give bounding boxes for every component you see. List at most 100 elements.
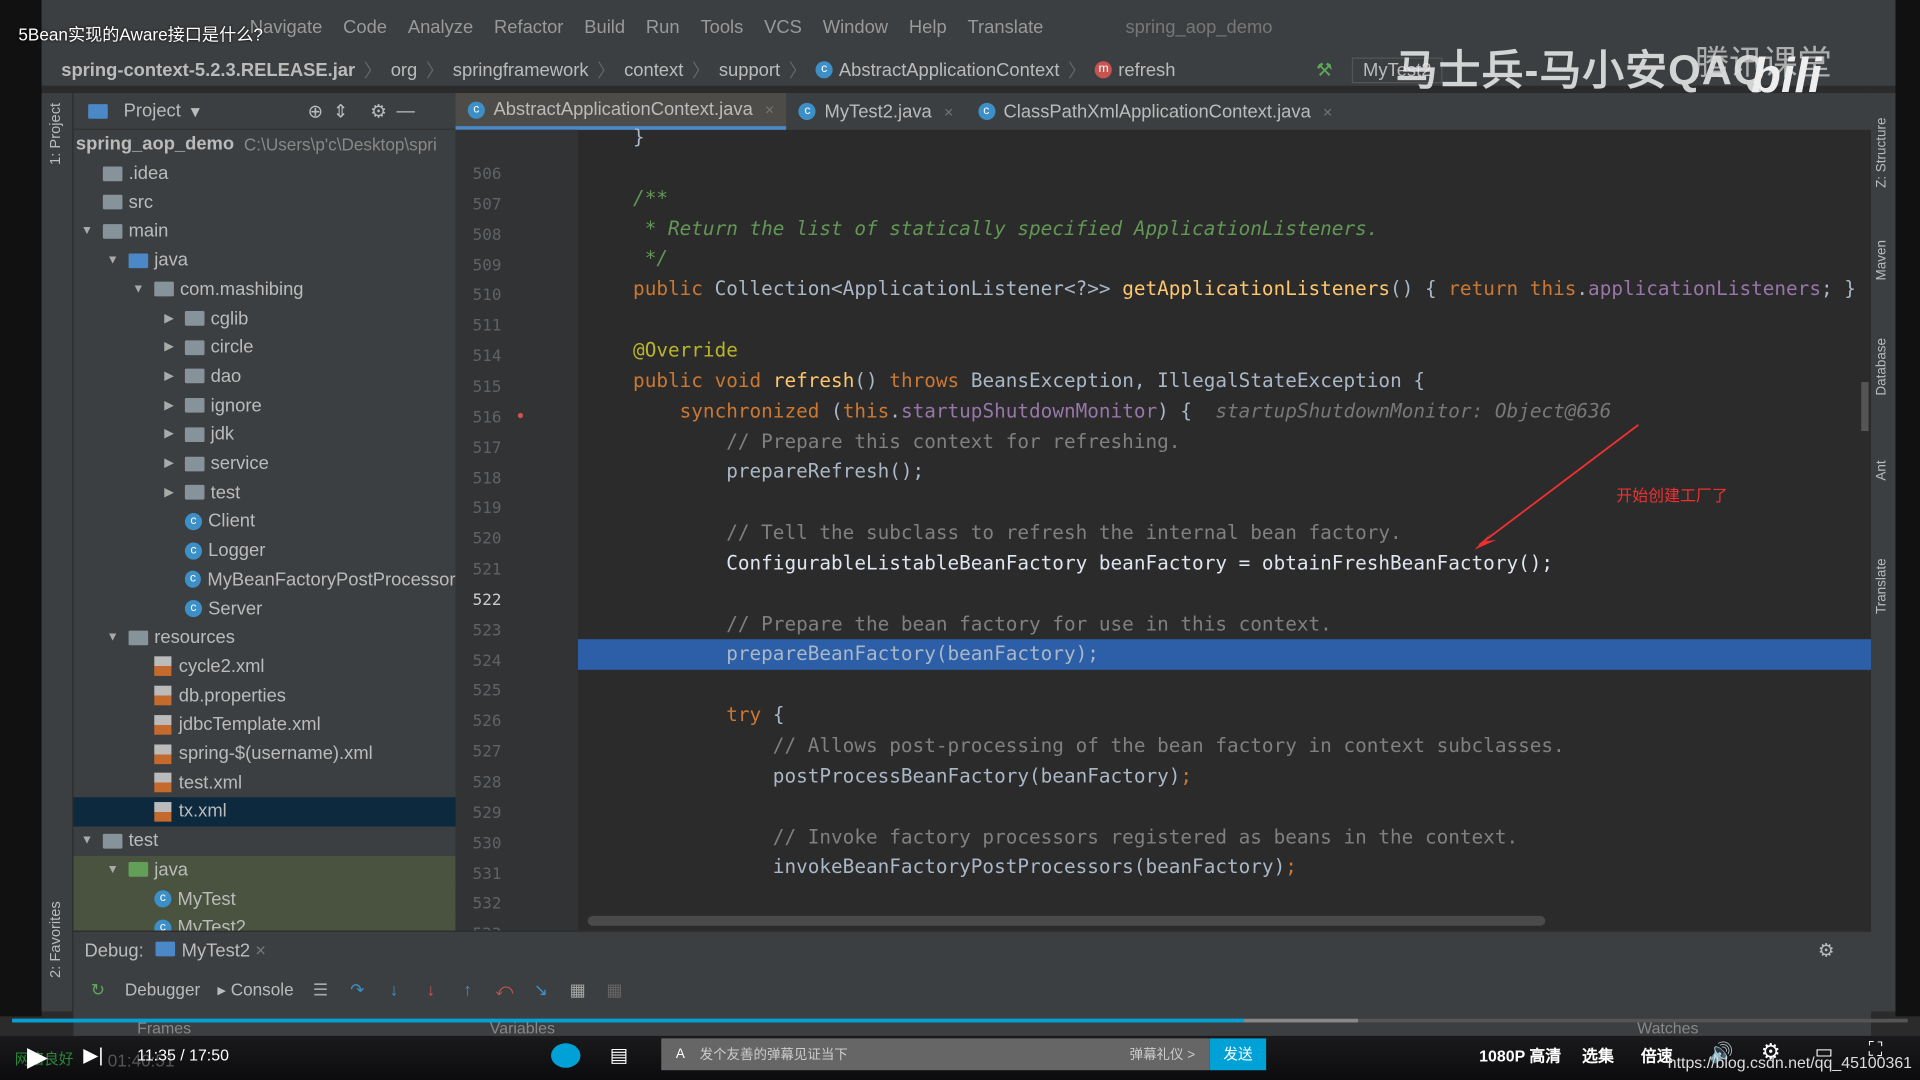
play-button[interactable]: ▶ — [27, 1041, 48, 1073]
override-marker-icon[interactable]: ● — [517, 409, 524, 422]
tree-item[interactable]: db.properties — [73, 681, 455, 710]
font-icon[interactable]: A — [676, 1047, 685, 1062]
rerun-icon[interactable]: ↻ — [88, 980, 108, 1000]
drop-frame-icon[interactable]: ⤺ — [494, 980, 514, 1000]
collapse-icon[interactable]: ⇕ — [333, 100, 348, 122]
tree-item[interactable]: ▶ ignore — [73, 391, 455, 420]
tree-item[interactable]: ▼ com.mashibing — [73, 275, 455, 304]
right-tool-ant[interactable]: Ant — [1875, 460, 1890, 480]
tree-item[interactable]: ▼ resources — [73, 623, 455, 652]
next-button[interactable]: ▶| — [83, 1043, 103, 1067]
chevron-right-icon[interactable]: ▶ — [160, 341, 177, 354]
right-tool-zstructure[interactable]: Z: Structure — [1875, 118, 1890, 188]
tree-item[interactable]: jdbcTemplate.xml — [73, 710, 455, 739]
menu-run[interactable]: Run — [646, 17, 680, 38]
tree-item[interactable]: ▶ circle — [73, 333, 455, 362]
menu-code[interactable]: Code — [343, 17, 387, 38]
right-tool-translate[interactable]: Translate — [1875, 558, 1890, 614]
right-tool-maven[interactable]: Maven — [1875, 240, 1890, 280]
tree-item[interactable]: ▼ main — [73, 217, 455, 246]
close-icon[interactable]: × — [944, 102, 953, 120]
tree-item[interactable]: tx.xml — [73, 797, 456, 827]
breadcrumb-item[interactable]: support — [719, 59, 780, 80]
tree-item[interactable]: c Server — [73, 594, 455, 623]
chevron-right-icon[interactable]: ▶ — [160, 486, 177, 499]
build-hammer-icon[interactable]: ⚒ — [1316, 59, 1332, 81]
tree-item[interactable]: ▶ cglib — [73, 304, 455, 333]
tree-item[interactable]: test.xml — [73, 768, 455, 797]
favorites-tool-tab[interactable]: 2: Favorites — [47, 901, 64, 978]
tree-item[interactable]: src — [73, 188, 455, 217]
chevron-down-icon[interactable]: ▼ — [104, 254, 121, 267]
tree-item[interactable]: c Client — [73, 507, 455, 536]
danmaku-toggle[interactable] — [551, 1043, 581, 1068]
chevron-down-icon[interactable]: ▼ — [130, 283, 147, 296]
chevron-right-icon[interactable]: ▶ — [160, 428, 177, 441]
danmaku-etiquette-link[interactable]: 弹幕礼仪 > — [1130, 1044, 1195, 1064]
vertical-scrollbar[interactable] — [1861, 382, 1869, 432]
tree-item[interactable]: c MyTest — [73, 884, 456, 914]
menu-window[interactable]: Window — [823, 17, 888, 38]
minimize-icon[interactable]: — — [397, 100, 415, 121]
menu-translate[interactable]: Translate — [968, 17, 1044, 38]
gear-icon[interactable]: ⚙ — [1818, 939, 1834, 961]
menu-analyze[interactable]: Analyze — [408, 17, 473, 38]
code-editor[interactable]: c AbstractApplicationContext.java × c MyTest… — [455, 93, 1872, 944]
menu-help[interactable]: Help — [909, 17, 947, 38]
breadcrumb-item[interactable]: AbstractApplicationContext — [839, 59, 1060, 80]
menu-vcs[interactable]: VCS — [764, 17, 802, 38]
close-icon[interactable]: × — [255, 940, 266, 961]
tree-item[interactable]: ▼ test — [73, 826, 455, 855]
tab-mytest2[interactable]: c MyTest2.java × — [787, 93, 966, 130]
breadcrumb-item[interactable]: spring-context-5.2.3.RELEASE.jar — [61, 59, 355, 80]
close-icon[interactable]: × — [1323, 102, 1332, 120]
tree-item[interactable]: ▼ java — [73, 855, 456, 885]
trace-icon[interactable]: ▦ — [605, 980, 625, 1000]
chevron-down-icon[interactable]: ▼ — [104, 863, 121, 876]
breadcrumb-item[interactable]: context — [624, 59, 683, 80]
tree-item[interactable]: c MyBeanFactoryPostProcessor — [73, 565, 455, 594]
project-tool-tab[interactable]: 1: Project — [47, 103, 64, 165]
tab-console[interactable]: ▸ Console — [217, 979, 293, 1000]
menu-tools[interactable]: Tools — [700, 17, 743, 38]
tab-debugger[interactable]: Debugger — [125, 980, 200, 1000]
danmaku-settings-icon[interactable]: ▤ — [610, 1043, 629, 1067]
project-view-select[interactable]: Project — [124, 100, 181, 121]
tree-item[interactable]: cycle2.xml — [73, 652, 455, 681]
close-icon[interactable]: × — [765, 100, 774, 118]
layout-icon[interactable]: ☰ — [311, 980, 331, 1000]
episodes-button[interactable]: 选集 — [1582, 1043, 1614, 1066]
tree-item[interactable]: spring-$(username).xml — [73, 739, 455, 768]
breadcrumb-item[interactable]: org — [391, 59, 418, 80]
locate-icon[interactable]: ⊕ — [308, 100, 323, 122]
right-tool-database[interactable]: Database — [1875, 338, 1890, 396]
step-into-icon[interactable]: ↓ — [384, 980, 404, 1000]
breadcrumb-item[interactable]: springframework — [453, 59, 589, 80]
tree-item[interactable]: ▶ service — [73, 449, 455, 478]
chevron-right-icon[interactable]: ▶ — [160, 399, 177, 412]
chevron-right-icon[interactable]: ▶ — [160, 370, 177, 383]
tree-item[interactable]: ▶ dao — [73, 362, 455, 391]
chevron-down-icon[interactable]: ▼ — [104, 631, 121, 644]
chevron-right-icon[interactable]: ▶ — [160, 457, 177, 470]
step-out-icon[interactable]: ↑ — [458, 980, 478, 1000]
gear-icon[interactable]: ⚙ — [370, 100, 386, 122]
step-over-icon[interactable]: ↷ — [348, 980, 368, 1000]
menu-refactor[interactable]: Refactor — [494, 17, 563, 38]
horizontal-scrollbar[interactable] — [587, 915, 1546, 926]
tree-item[interactable]: .idea — [73, 159, 455, 188]
chevron-down-icon[interactable]: ▼ — [78, 834, 95, 847]
tree-item[interactable]: ▶ test — [73, 478, 455, 507]
menu-build[interactable]: Build — [584, 17, 625, 38]
chevron-down-icon[interactable]: ▾ — [191, 100, 200, 122]
debug-session-tab[interactable]: MyTest2 × — [155, 940, 266, 961]
run-to-cursor-icon[interactable]: ↘ — [531, 980, 551, 1000]
chevron-right-icon[interactable]: ▶ — [160, 312, 177, 325]
tree-item[interactable]: c Logger — [73, 536, 455, 565]
force-step-into-icon[interactable]: ↓ — [421, 980, 441, 1000]
danmaku-input[interactable]: A 发个友善的弹幕见证当下 弹幕礼仪 > — [661, 1038, 1210, 1071]
evaluate-icon[interactable]: ▦ — [568, 980, 588, 1000]
quality-button[interactable]: 1080P 高清 — [1479, 1043, 1561, 1066]
tree-item[interactable]: ▼ java — [73, 246, 455, 275]
video-progress-bar[interactable] — [12, 1018, 1908, 1023]
